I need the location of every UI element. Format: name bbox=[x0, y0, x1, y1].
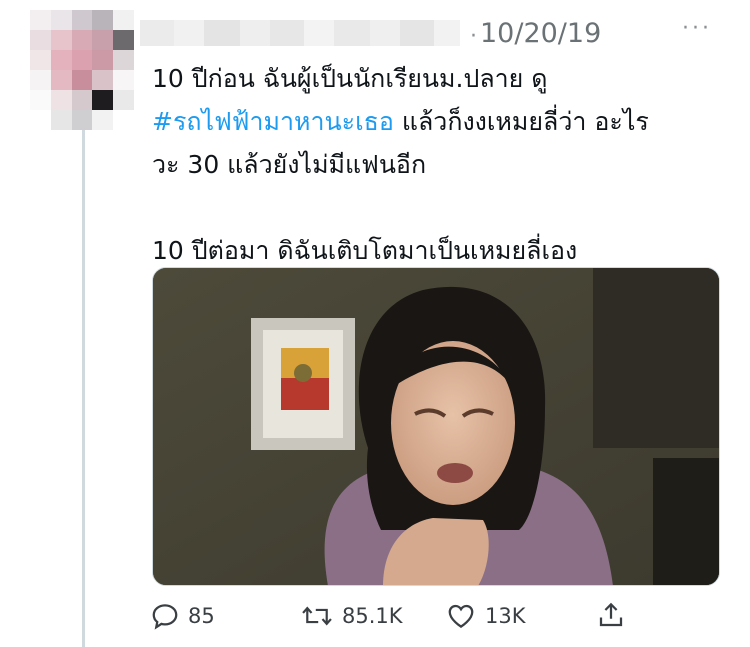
reply-icon bbox=[152, 604, 178, 630]
header-separator: · bbox=[470, 24, 477, 49]
tweet-header: · 10/20/19 ··· bbox=[135, 14, 735, 54]
tweet-line-1: 10 ปีก่อน ฉันผู้เป็นนักเรียนม.ปลาย ดู bbox=[152, 64, 548, 93]
reply-button[interactable]: 85 bbox=[150, 601, 215, 631]
reply-count: 85 bbox=[188, 604, 215, 628]
tweet-line-3: วะ 30 แล้วยังไม่มีแฟนอีก bbox=[152, 150, 427, 179]
share-button[interactable] bbox=[596, 599, 626, 631]
tweet-line-4: 10 ปีต่อมา ดิฉันเติบโตมาเป็นเหมยลี่เอง bbox=[152, 236, 578, 265]
crying-woman-photo bbox=[153, 268, 719, 585]
like-count: 13K bbox=[485, 604, 526, 628]
tweet-line-2-text: แล้วก็งงเหมยลี่ว่า อะไร bbox=[401, 107, 649, 136]
tweet-image[interactable] bbox=[152, 267, 720, 586]
blurred-username[interactable] bbox=[140, 20, 460, 46]
retweet-count: 85.1K bbox=[342, 604, 403, 628]
tweet-actions: 85 85.1K 13K bbox=[150, 597, 750, 637]
retweet-icon bbox=[302, 606, 332, 626]
avatar[interactable] bbox=[30, 10, 134, 130]
more-options-icon[interactable]: ··· bbox=[682, 16, 712, 41]
hashtag-link[interactable]: #รถไฟฟ้ามาหานะเธอ bbox=[152, 107, 394, 136]
share-icon bbox=[599, 602, 623, 627]
heart-icon bbox=[448, 604, 474, 628]
tweet-line-2: #รถไฟฟ้ามาหานะเธอ แล้วก็งงเหมยลี่ว่า อะไ… bbox=[152, 100, 727, 143]
thread-line bbox=[82, 130, 85, 647]
tweet-date[interactable]: 10/20/19 bbox=[480, 18, 601, 49]
tweet-text: 10 ปีก่อน ฉันผู้เป็นนักเรียนม.ปลาย ดู #ร… bbox=[152, 57, 727, 272]
like-button[interactable]: 13K bbox=[445, 601, 526, 631]
retweet-button[interactable]: 85.1K bbox=[300, 601, 403, 631]
